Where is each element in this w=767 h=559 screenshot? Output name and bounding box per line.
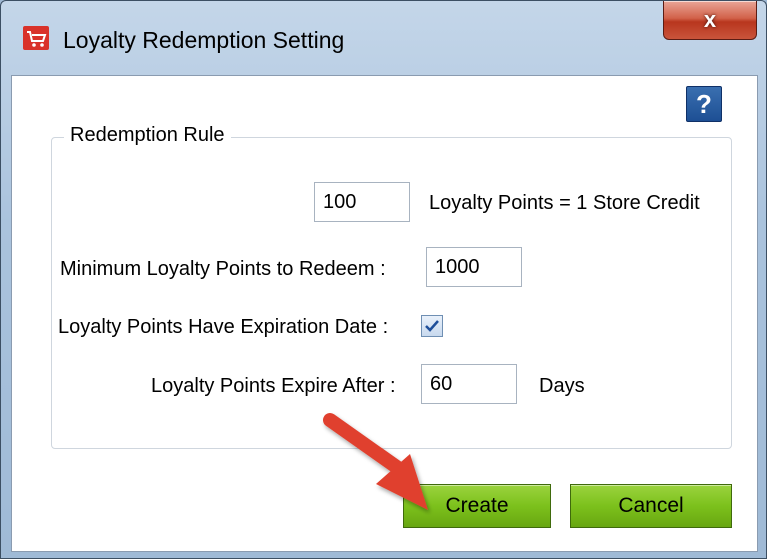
min-points-input[interactable] <box>426 247 522 287</box>
points-per-credit-label: Loyalty Points = 1 Store Credit <box>429 192 700 214</box>
title-bar[interactable]: Loyalty Redemption Setting x <box>1 1 766 75</box>
help-button[interactable]: ? <box>686 86 722 122</box>
expiration-label: Loyalty Points Have Expiration Date : <box>58 316 389 338</box>
min-points-label: Minimum Loyalty Points to Redeem : <box>60 258 386 280</box>
expire-after-label: Loyalty Points Expire After : <box>151 375 396 397</box>
help-icon: ? <box>696 88 712 119</box>
close-icon: x <box>703 7 717 32</box>
cancel-button[interactable]: Cancel <box>570 484 732 528</box>
group-title: Redemption Rule <box>64 124 231 147</box>
expiration-checkbox[interactable] <box>421 315 443 337</box>
close-button[interactable]: x <box>663 1 757 40</box>
shopping-cart-icon <box>23 26 49 50</box>
checkmark-icon <box>425 320 439 332</box>
dialog-content: ? Redemption Rule Loyalty Points = 1 Sto… <box>11 75 758 552</box>
create-button[interactable]: Create <box>403 484 551 528</box>
window-title: Loyalty Redemption Setting <box>63 27 345 53</box>
expire-after-input[interactable] <box>421 364 517 404</box>
expire-after-unit: Days <box>539 375 585 397</box>
points-per-credit-input[interactable] <box>314 182 410 222</box>
dialog-window: Loyalty Redemption Setting x ? Redemptio… <box>0 0 767 559</box>
